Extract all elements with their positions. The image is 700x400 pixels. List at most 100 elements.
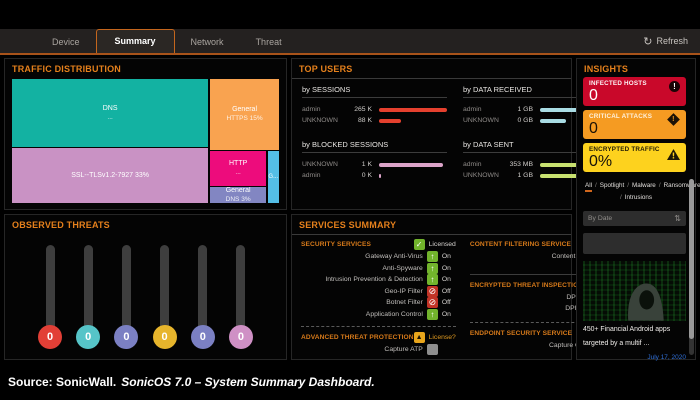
- tab-summary[interactable]: Summary: [96, 29, 175, 53]
- news-card[interactable]: 450+ Financial Android apps targeted by …: [583, 261, 686, 361]
- threat-gauges: 0 0 0 0 0 0: [5, 233, 286, 349]
- service-status: On: [442, 311, 456, 318]
- gauge-track-icon: [46, 245, 55, 333]
- caption: Source: SonicWall. SonicOS 7.0 – System …: [0, 364, 700, 400]
- license-status: Licensed: [429, 241, 456, 248]
- tab-threat[interactable]: Threat: [240, 30, 298, 53]
- filter-separator: /: [595, 182, 597, 189]
- user-value: 0 K: [342, 172, 372, 179]
- gauge-track-icon: [84, 245, 93, 333]
- service-row: Anti-Spyware On: [301, 263, 456, 275]
- critical-attacks-card[interactable]: CRITICAL ATTACKS 0: [583, 110, 686, 139]
- service-row: Gateway Anti-Virus On: [301, 251, 456, 263]
- filter-spotlight[interactable]: Spotlight: [600, 182, 625, 189]
- service-status: On: [442, 253, 456, 260]
- treemap-sublabel: ...: [107, 114, 112, 121]
- treemap-block-general-https[interactable]: General HTTPS 15%: [210, 79, 279, 150]
- user-label: UNKNOWN: [463, 172, 503, 179]
- status-up-icon: [427, 251, 438, 262]
- sort-by-select[interactable]: By Date: [583, 211, 686, 226]
- insights-panel: INSIGHTS INFECTED HOSTS 0 CRITICAL ATTAC…: [576, 58, 696, 360]
- treemap-block-http[interactable]: HTTP ...: [210, 151, 266, 186]
- user-value: 1 GB: [503, 106, 533, 113]
- chart-by-sessions: by SESSIONS admin 265 K UNKNOWN 88 K: [302, 83, 447, 126]
- top-users-charts: by SESSIONS admin 265 K UNKNOWN 88 K by …: [292, 79, 571, 181]
- status-up-icon: [427, 274, 438, 285]
- filter-separator: /: [620, 194, 622, 201]
- encrypted-traffic-card[interactable]: ENCRYPTED TRAFFIC 0% !: [583, 143, 686, 172]
- service-label: Intrusion Prevention & Detection: [325, 276, 422, 283]
- service-label: Gateway Anti-Virus: [365, 253, 423, 260]
- service-row: Intrusion Prevention & Detection On: [301, 274, 456, 286]
- scrollbar-thumb[interactable]: [689, 179, 694, 339]
- traffic-distribution-title: TRAFFIC DISTRIBUTION: [5, 59, 286, 77]
- treemap-label: G...: [268, 174, 278, 180]
- threat-gauge[interactable]: 0: [190, 245, 216, 349]
- top-nav-bar: Device Summary Network Threat Refresh: [0, 29, 700, 55]
- threat-gauge[interactable]: 0: [113, 245, 139, 349]
- threat-gauge[interactable]: 0: [228, 245, 254, 349]
- observed-threats-panel: OBSERVED THREATS 0 0 0 0 0: [4, 214, 287, 360]
- user-value: 88 K: [342, 117, 372, 124]
- user-label: admin: [302, 106, 342, 113]
- filter-separator: /: [659, 182, 661, 189]
- observed-threats-title: OBSERVED THREATS: [5, 215, 286, 233]
- treemap-block-truncated[interactable]: G...: [268, 151, 279, 203]
- license-warning-icon: [414, 332, 425, 343]
- svg-text:!: !: [672, 152, 676, 160]
- refresh-label: Refresh: [656, 36, 688, 46]
- treemap-block-ssl[interactable]: SSL--TLSv1.2-7927 33%: [12, 148, 208, 203]
- alert-triangle-icon: !: [667, 147, 680, 165]
- user-value: 353 MB: [503, 161, 533, 168]
- license-status[interactable]: License?: [429, 334, 456, 341]
- filter-ransomware[interactable]: Ransomware: [664, 182, 700, 189]
- insights-input[interactable]: [583, 233, 686, 254]
- section-heading: ADVANCED THREAT PROTECTION: [301, 334, 414, 341]
- gauge-count-badge: 0: [191, 325, 215, 349]
- traffic-distribution-panel: TRAFFIC DISTRIBUTION DNS ... General HTT…: [4, 58, 287, 210]
- infected-hosts-card[interactable]: INFECTED HOSTS 0: [583, 77, 686, 106]
- threat-gauge[interactable]: 0: [152, 245, 178, 349]
- section-heading: ENDPOINT SECURITY SERVICE: [470, 330, 572, 337]
- insights-scrollbar[interactable]: [689, 179, 694, 355]
- tab-device[interactable]: Device: [36, 30, 96, 53]
- status-up-icon: [427, 263, 438, 274]
- service-status: Off: [442, 299, 456, 306]
- filter-intrusions[interactable]: Intrusions: [625, 194, 652, 201]
- gauge-count-badge: 0: [38, 325, 62, 349]
- user-row: admin 265 K: [302, 104, 447, 115]
- section-divider: [301, 326, 456, 327]
- threat-gauge[interactable]: 0: [75, 245, 101, 349]
- filter-malware[interactable]: Malware: [632, 182, 656, 189]
- status-off-icon: [427, 297, 438, 308]
- user-value: 0 GB: [503, 117, 533, 124]
- status-unavailable-icon: [427, 344, 438, 355]
- insights-filters: All/Spotlight/Malware/Ransomware /Intrus…: [584, 180, 687, 204]
- treemap-label: DNS: [103, 105, 118, 112]
- filter-separator: /: [627, 182, 629, 189]
- user-label: admin: [463, 161, 503, 168]
- user-bar: [379, 108, 447, 112]
- tab-network[interactable]: Network: [175, 30, 240, 53]
- chart-heading: by SESSIONS: [302, 83, 447, 98]
- user-label: UNKNOWN: [463, 117, 503, 124]
- gauge-track-icon: [122, 245, 131, 333]
- section-heading: ENCRYPTED THREAT INSPECTION: [470, 282, 583, 289]
- caption-title: SonicOS 7.0 – System Summary Dashboard.: [121, 375, 374, 389]
- service-row: Geo-IP Filter Off: [301, 286, 456, 298]
- treemap-block-general-dns[interactable]: General DNS 3%: [210, 187, 266, 203]
- threat-gauge[interactable]: 0: [37, 245, 63, 349]
- user-bar: [379, 163, 443, 167]
- treemap-label: HTTP: [229, 160, 247, 167]
- user-row: UNKNOWN 88 K: [302, 115, 447, 126]
- sonicos-dashboard: Device Summary Network Threat Refresh TR…: [0, 0, 700, 400]
- filter-all[interactable]: All: [585, 182, 592, 192]
- nav-tabs: Device Summary Network Threat: [36, 29, 298, 53]
- chart-heading: by BLOCKED SESSIONS: [302, 138, 447, 153]
- service-label: Application Control: [366, 311, 423, 318]
- refresh-button[interactable]: Refresh: [643, 29, 688, 53]
- treemap-label: SSL--TLSv1.2-7927 33%: [71, 172, 149, 179]
- treemap-block-dns[interactable]: DNS ...: [12, 79, 208, 147]
- treemap-label: General: [226, 187, 251, 194]
- service-row: Capture ATP: [301, 344, 456, 356]
